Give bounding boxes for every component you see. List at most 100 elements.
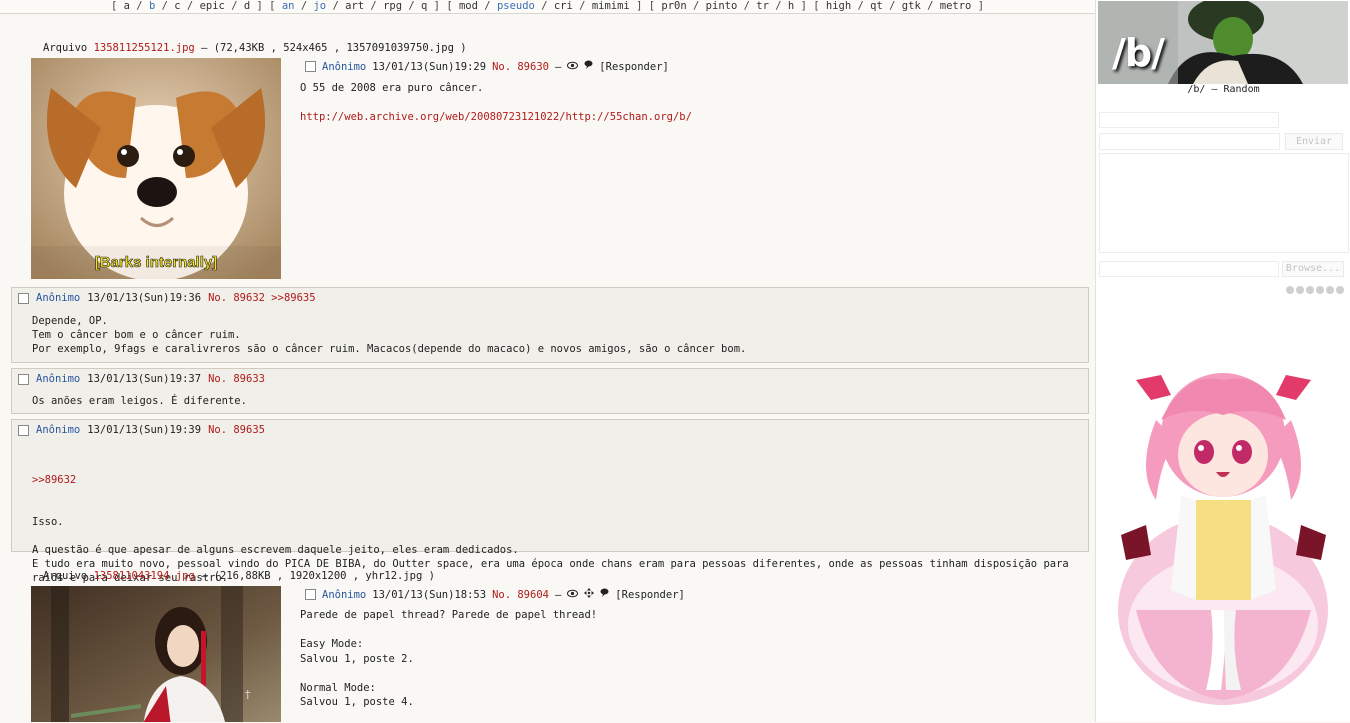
balloon-icon[interactable] (584, 60, 593, 73)
board-separator: / (775, 0, 782, 12)
reply-header: Anônimo 13/01/13(Sun)19:36 No. 89632 >>8… (18, 292, 316, 304)
board-separator: ] (800, 0, 807, 12)
quote-link[interactable]: >>89632 (32, 473, 1072, 487)
board-separator: / (693, 0, 700, 12)
op-post-body: O 55 de 2008 era puro câncer. http://web… (300, 81, 692, 124)
reply-post: Anônimo 13/01/13(Sun)19:39 No. 89635 >>8… (11, 419, 1089, 598)
post-number[interactable]: No. 89630 (492, 61, 549, 73)
board-separator: / (889, 0, 896, 12)
board-link-an[interactable]: an (282, 0, 295, 12)
board-link-jo[interactable]: jo (313, 0, 326, 12)
board-link-high[interactable]: high (826, 0, 851, 12)
separator: – (554, 60, 562, 73)
eye-icon[interactable] (567, 61, 579, 73)
post-number[interactable]: No. 89633 (208, 373, 265, 385)
reply-checkbox[interactable] (18, 292, 29, 304)
board-separator: [ (813, 0, 820, 12)
move-icon[interactable] (584, 588, 595, 601)
post-date: 13/01/13(Sun)18:53 (372, 588, 487, 601)
subject-input[interactable] (1099, 133, 1280, 150)
board-link-art[interactable]: art (345, 0, 364, 12)
browse-button[interactable]: Browse... (1282, 261, 1344, 277)
poster-name: Anônimo (36, 373, 81, 385)
reply-header: Anônimo 13/01/13(Sun)19:37 No. 89633 (18, 373, 265, 385)
board-separator: / (857, 0, 864, 12)
file-label: Arquivo (43, 570, 88, 582)
board-separator: / (332, 0, 339, 12)
reply-text: Depende, OP. Tem o câncer bom e o câncer… (32, 315, 747, 355)
file-info: Arquivo 135811043194.jpg – (216,88KB , 1… (43, 570, 435, 582)
board-link-pinto[interactable]: pinto (706, 0, 738, 12)
archive-link[interactable]: http://web.archive.org/web/2008072312102… (300, 110, 692, 125)
board-separator: [ (110, 0, 118, 12)
board-link-pseudo[interactable]: pseudo (497, 0, 535, 12)
submit-button[interactable]: Enviar (1285, 133, 1343, 150)
post-number[interactable]: No. 89604 (492, 589, 549, 601)
board-link-cri[interactable]: cri (554, 0, 573, 12)
board-link-mimimi[interactable]: mimimi (592, 0, 630, 12)
board-link-pr0n[interactable]: pr0n (661, 0, 686, 12)
captcha-dots (1286, 286, 1344, 294)
reply-link[interactable]: [Responder] (615, 589, 685, 601)
board-link-c[interactable]: c (174, 0, 180, 12)
file-meta: – (72,43KB , 524x465 , 1357091039750.jpg… (194, 42, 467, 54)
backlink[interactable]: >>89635 (271, 292, 315, 304)
op-checkbox[interactable] (305, 589, 316, 600)
board-separator: ] (433, 0, 440, 12)
board-separator: / (541, 0, 548, 12)
board-link-d[interactable]: d (244, 0, 250, 12)
svg-text:†: † (245, 688, 251, 701)
reply-checkbox[interactable] (18, 373, 29, 385)
thread-thumbnail[interactable]: † (31, 586, 281, 722)
board-banner[interactable]: /b/ (1098, 1, 1348, 84)
board-link-b[interactable]: b (149, 0, 155, 12)
board-separator: / (927, 0, 934, 12)
file-link[interactable]: 135811255121.jpg (94, 42, 195, 54)
poster-name: Anônimo (322, 588, 367, 601)
separator: – (554, 588, 562, 601)
sidebar: /b/ /b/ – Random Enviar Browse... (1095, 0, 1350, 722)
board-link-qt[interactable]: qt (870, 0, 883, 12)
file-input[interactable] (1099, 261, 1279, 277)
board-list-nav: [ a / b / c / epic / d ] [ an / jo / art… (0, 0, 1095, 14)
poster-name: Anônimo (322, 60, 367, 73)
board-link-metro[interactable]: metro (940, 0, 972, 12)
balloon-icon[interactable] (600, 588, 609, 601)
board-separator: [ (648, 0, 656, 12)
reply-checkbox[interactable] (18, 424, 29, 436)
op-checkbox[interactable] (305, 61, 316, 72)
board-title: /b/ – Random (1187, 84, 1260, 95)
board-separator: ] (636, 0, 643, 12)
name-input[interactable] (1099, 112, 1279, 128)
board-separator: / (300, 0, 308, 12)
board-link-epic[interactable]: epic (200, 0, 225, 12)
file-info: Arquivo 135811255121.jpg – (72,43KB , 52… (43, 42, 467, 54)
post-number[interactable]: No. 89632 (208, 292, 265, 304)
eye-icon[interactable] (567, 589, 579, 601)
board-link-h[interactable]: h (788, 0, 794, 12)
op-post-body: Parede de papel thread? Parede de papel … (300, 609, 598, 708)
board-separator: / (484, 0, 491, 12)
board-link-tr[interactable]: tr (756, 0, 769, 12)
board-separator: / (370, 0, 377, 12)
board-link-mod[interactable]: mod (459, 0, 478, 12)
reply-text: Os anões eram leigos. É diferente. (32, 395, 247, 407)
file-link[interactable]: 135811043194.jpg (94, 570, 195, 582)
post-date: 13/01/13(Sun)19:36 (87, 292, 202, 304)
board-link-a[interactable]: a (124, 0, 130, 12)
board-link-q[interactable]: q (421, 0, 427, 12)
thumb-caption: [Barks internally] (95, 254, 218, 271)
file-label: Arquivo (43, 42, 88, 54)
comment-textarea[interactable] (1099, 153, 1349, 253)
post-number[interactable]: No. 89635 (208, 424, 265, 436)
thread-thumbnail[interactable]: [Barks internally] (31, 58, 281, 279)
op-post-header: Anônimo 13/01/13(Sun)19:29 No. 89630 – [… (305, 60, 669, 73)
board-separator: / (743, 0, 750, 12)
thread-area: [ a / b / c / epic / d ] [ an / jo / art… (0, 0, 1095, 722)
board-link-gtk[interactable]: gtk (902, 0, 921, 12)
poster-name: Anônimo (36, 292, 81, 304)
post-text: O 55 de 2008 era puro câncer. (300, 82, 484, 94)
op-post-header: Anônimo 13/01/13(Sun)18:53 No. 89604 – [… (305, 588, 685, 601)
board-link-rpg[interactable]: rpg (383, 0, 402, 12)
reply-link[interactable]: [Responder] (599, 61, 669, 73)
